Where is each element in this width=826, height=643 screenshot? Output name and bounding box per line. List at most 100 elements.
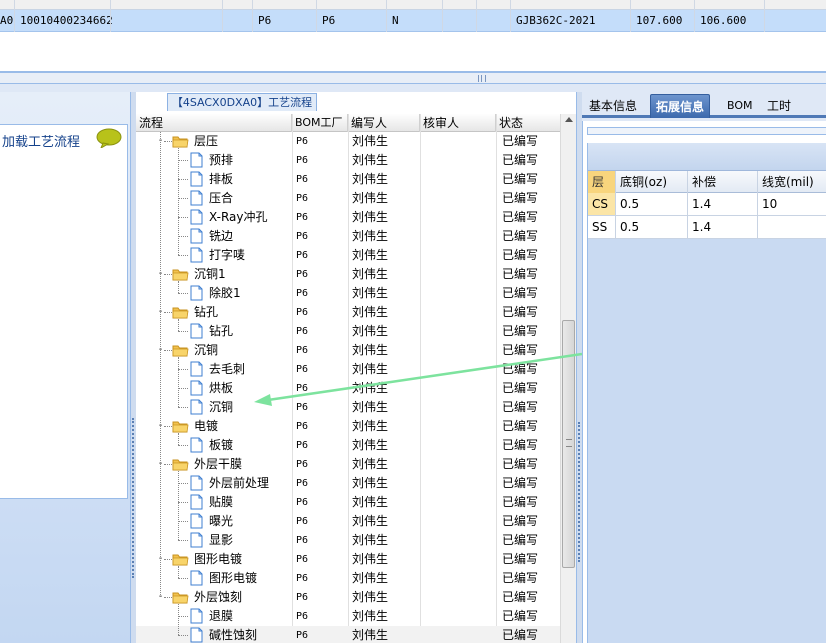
col-bom[interactable]: BOM工厂	[292, 114, 348, 132]
writer-cell: 刘伟生	[352, 343, 389, 357]
tree-node-label[interactable]: 碱性蚀刻	[209, 626, 257, 643]
writer-cell: 刘伟生	[352, 628, 389, 642]
tree-row[interactable]: 烘板 P6 刘伟生 已编写	[136, 379, 560, 398]
tree-node-label[interactable]: 钻孔	[194, 303, 218, 322]
tree-node-label[interactable]: 预排	[209, 151, 233, 170]
line-width-cell[interactable]	[758, 216, 826, 238]
order-grid-selected-row[interactable]: A0 10010400234662 P6 P6 N GJB362C-2021 1…	[0, 10, 826, 32]
tab-basic-info[interactable]: 基本信息	[584, 94, 642, 118]
tree-node-label[interactable]: 层压	[194, 132, 218, 151]
tab-extended-info[interactable]: 拓展信息	[650, 94, 711, 118]
layer-col-layer[interactable]: 层	[588, 171, 616, 193]
tree-row[interactable]: 预排 P6 刘伟生 已编写	[136, 151, 560, 170]
tree-node-label[interactable]: X-Ray冲孔	[209, 208, 267, 227]
base-copper-cell[interactable]: 0.5	[616, 216, 688, 238]
splitter-grip-icon[interactable]	[478, 75, 486, 82]
writer-cell: 刘伟生	[352, 514, 389, 528]
tree-node-label[interactable]: 除胶1	[209, 284, 241, 303]
layer-row[interactable]: CS 0.5 1.4 10	[588, 193, 826, 216]
tree-scrollbar[interactable]	[560, 114, 576, 643]
tree-row[interactable]: 曝光 P6 刘伟生 已编写	[136, 512, 560, 531]
tree-node-label[interactable]: 排板	[209, 170, 233, 189]
tab-bom[interactable]: BOM	[722, 94, 758, 118]
tab-work-hours[interactable]: 工时	[762, 94, 796, 118]
tree-node-label[interactable]: 电镀	[194, 417, 218, 436]
col-writer[interactable]: 编写人	[348, 114, 420, 132]
tree-row[interactable]: 贴膜 P6 刘伟生 已编写	[136, 493, 560, 512]
tree-node-label[interactable]: 沉铜1	[194, 265, 226, 284]
tree-body: - 层压 P6 刘伟生 已编写 预排 P6 刘伟生 已编写 排板 P6 刘伟生 已编写 压合 P6 刘伟生 已编…	[136, 132, 560, 643]
tree-node-label[interactable]: 图形电镀	[209, 569, 257, 588]
tree-row[interactable]: 碱性蚀刻 P6 刘伟生 已编写	[136, 626, 560, 643]
top-splitter[interactable]	[0, 72, 826, 84]
tree-node-label[interactable]: 外层干膜	[194, 455, 242, 474]
tree-node-label[interactable]: 曝光	[209, 512, 233, 531]
compensation-cell[interactable]: 1.4	[688, 193, 758, 215]
tree-row[interactable]: - 沉铜 P6 刘伟生 已编写	[136, 341, 560, 360]
tree-node-label[interactable]: 贴膜	[209, 493, 233, 512]
tree-row[interactable]: 排板 P6 刘伟生 已编写	[136, 170, 560, 189]
tree-row[interactable]: X-Ray冲孔 P6 刘伟生 已编写	[136, 208, 560, 227]
tree-node-label[interactable]: 外层蚀刻	[194, 588, 242, 607]
tree-row[interactable]: - 外层蚀刻 P6 刘伟生 已编写	[136, 588, 560, 607]
layer-col-base-copper[interactable]: 底铜(oz)	[616, 171, 688, 193]
base-copper-cell[interactable]: 0.5	[616, 193, 688, 215]
scroll-up-icon[interactable]	[565, 117, 573, 122]
tree-row[interactable]: - 钻孔 P6 刘伟生 已编写	[136, 303, 560, 322]
tree-row[interactable]: 板镀 P6 刘伟生 已编写	[136, 436, 560, 455]
tree-row[interactable]: 铣边 P6 刘伟生 已编写	[136, 227, 560, 246]
col-process[interactable]: 流程	[136, 114, 292, 132]
tree-node-label[interactable]: 图形电镀	[194, 550, 242, 569]
tree-node-label[interactable]: 显影	[209, 531, 233, 550]
tree-node-label[interactable]: 板镀	[209, 436, 233, 455]
bom-factory-cell: P6	[296, 592, 309, 603]
writer-cell: 刘伟生	[352, 495, 389, 509]
tab-process-flow[interactable]: 【4SACX0DXA0】工艺流程	[167, 93, 317, 111]
tree-node-label[interactable]: 沉铜	[194, 341, 218, 360]
bom-factory-cell: P6	[296, 174, 309, 185]
bom-factory-cell: P6	[296, 573, 309, 584]
bom-factory-cell: P6	[296, 478, 309, 489]
tree-row[interactable]: 退膜 P6 刘伟生 已编写	[136, 607, 560, 626]
tree-row[interactable]: - 外层干膜 P6 刘伟生 已编写	[136, 455, 560, 474]
tree-node-label[interactable]: 沉铜	[209, 398, 233, 417]
line-width-cell[interactable]: 10	[758, 193, 826, 215]
tree-row[interactable]: 去毛刺 P6 刘伟生 已编写	[136, 360, 560, 379]
document-icon	[190, 608, 203, 624]
bom-factory-cell: P6	[296, 269, 309, 280]
extended-info-toolbar	[587, 127, 826, 135]
tree-node-label[interactable]: 退膜	[209, 607, 233, 626]
tree-row[interactable]: 打字唛 P6 刘伟生 已编写	[136, 246, 560, 265]
tree-row[interactable]: - 沉铜1 P6 刘伟生 已编写	[136, 265, 560, 284]
tree-node-label[interactable]: 钻孔	[209, 322, 233, 341]
layer-col-compensation[interactable]: 补偿	[688, 171, 758, 193]
speech-bubble-icon[interactable]	[96, 128, 122, 148]
tree-node-label[interactable]: 压合	[209, 189, 233, 208]
layer-row[interactable]: SS 0.5 1.4	[588, 216, 826, 239]
tree-node-label[interactable]: 打字唛	[209, 246, 245, 265]
tree-node-label[interactable]: 烘板	[209, 379, 233, 398]
writer-cell: 刘伟生	[352, 457, 389, 471]
tree-row[interactable]: - 层压 P6 刘伟生 已编写	[136, 132, 560, 151]
tree-node-label[interactable]: 外层前处理	[209, 474, 269, 493]
tree-row[interactable]: 除胶1 P6 刘伟生 已编写	[136, 284, 560, 303]
compensation-cell[interactable]: 1.4	[688, 216, 758, 238]
tree-row[interactable]: 钻孔 P6 刘伟生 已编写	[136, 322, 560, 341]
tree-row[interactable]: 显影 P6 刘伟生 已编写	[136, 531, 560, 550]
status-cell: 已编写	[502, 210, 539, 224]
tree-row[interactable]: 外层前处理 P6 刘伟生 已编写	[136, 474, 560, 493]
col-reviewer[interactable]: 核审人	[420, 114, 496, 132]
tree-row[interactable]: - 图形电镀 P6 刘伟生 已编写	[136, 550, 560, 569]
tree-node-label[interactable]: 铣边	[209, 227, 233, 246]
tree-row[interactable]: 图形电镀 P6 刘伟生 已编写	[136, 569, 560, 588]
layer-col-line-width[interactable]: 线宽(mil)	[758, 171, 826, 193]
bom-factory-cell: P6	[296, 364, 309, 375]
load-process-title[interactable]: 加载工艺流程	[2, 131, 80, 150]
tree-row[interactable]: 沉铜 P6 刘伟生 已编写	[136, 398, 560, 417]
writer-cell: 刘伟生	[352, 419, 389, 433]
tree-row[interactable]: - 电镀 P6 刘伟生 已编写	[136, 417, 560, 436]
tree-row[interactable]: 压合 P6 刘伟生 已编写	[136, 189, 560, 208]
tree-node-label[interactable]: 去毛刺	[209, 360, 245, 379]
col-status[interactable]: 状态	[496, 114, 560, 132]
scroll-thumb[interactable]	[562, 320, 575, 568]
